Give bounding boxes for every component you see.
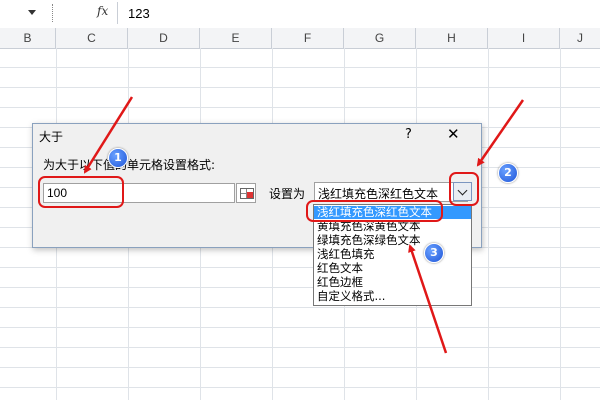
step-badge-3: 3: [424, 243, 444, 263]
annotation-arrows: [83, 96, 525, 354]
step-badge-1: 1: [108, 148, 128, 168]
arrow-3-icon: [408, 244, 448, 354]
step-badge-2: 2: [498, 163, 518, 183]
arrow-2-icon: [476, 99, 525, 167]
